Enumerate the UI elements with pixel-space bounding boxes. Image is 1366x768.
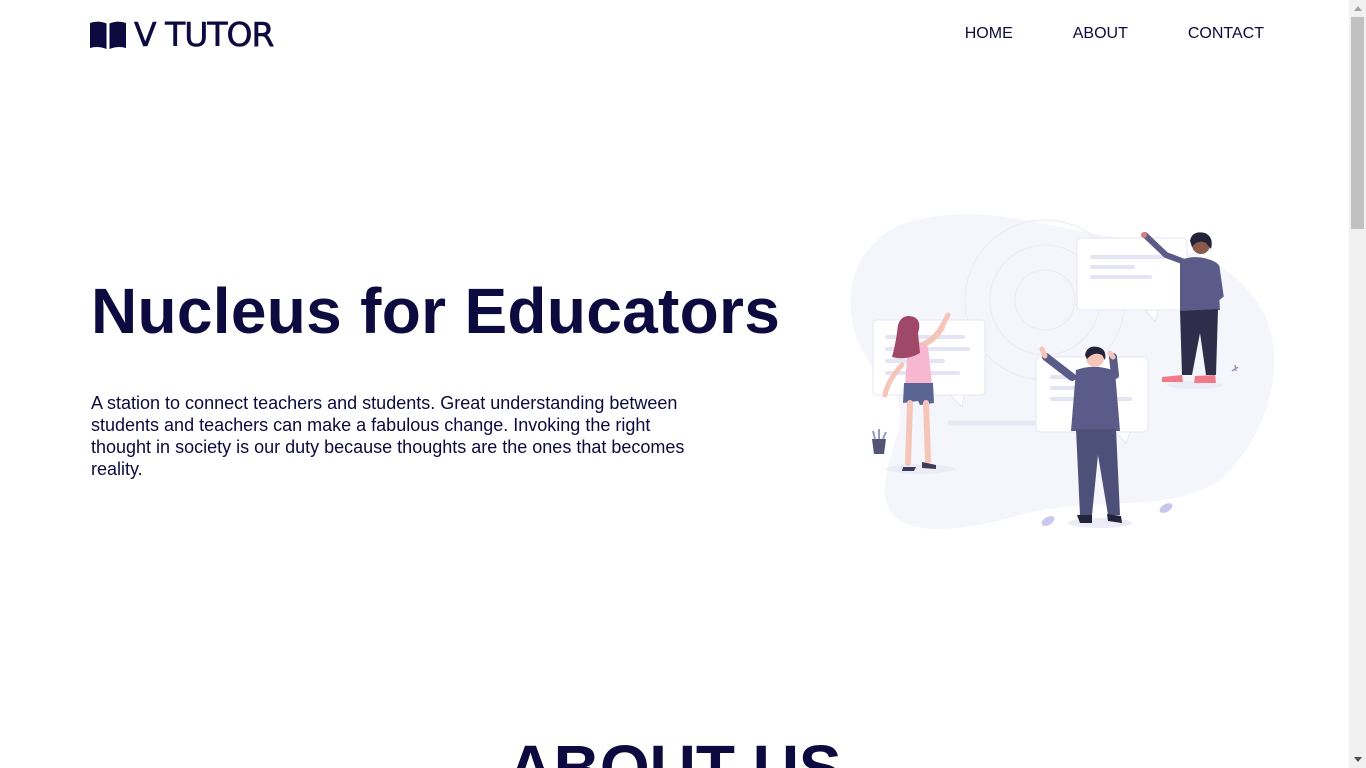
open-book-icon — [90, 21, 126, 49]
nav-contact-link[interactable]: CONTACT — [1188, 24, 1264, 44]
plant-pot — [872, 429, 887, 454]
site-header: V TUTOR HOME ABOUT CONTACT — [0, 0, 1349, 70]
scroll-up-arrow-icon[interactable] — [1349, 0, 1366, 17]
vertical-scrollbar[interactable] — [1349, 0, 1366, 768]
page: V TUTOR HOME ABOUT CONTACT Nucleus for E… — [0, 0, 1349, 768]
nav-home-link[interactable]: HOME — [965, 24, 1013, 44]
hero-description: A station to connect teachers and studen… — [91, 393, 685, 479]
logo[interactable]: V TUTOR — [89, 15, 275, 54]
people-presenting-illustration — [850, 214, 1275, 529]
logo-text: V TUTOR — [134, 15, 275, 54]
main-nav: HOME ABOUT CONTACT — [905, 24, 1264, 44]
about-section-title: ABOUT US — [507, 732, 842, 768]
nav-about-link[interactable]: ABOUT — [1073, 24, 1128, 44]
scrollbar-thumb[interactable] — [1351, 17, 1364, 229]
speech-card-top — [1076, 237, 1188, 323]
scroll-down-arrow-icon[interactable] — [1349, 751, 1366, 768]
hero-title: Nucleus for Educators — [91, 275, 781, 347]
